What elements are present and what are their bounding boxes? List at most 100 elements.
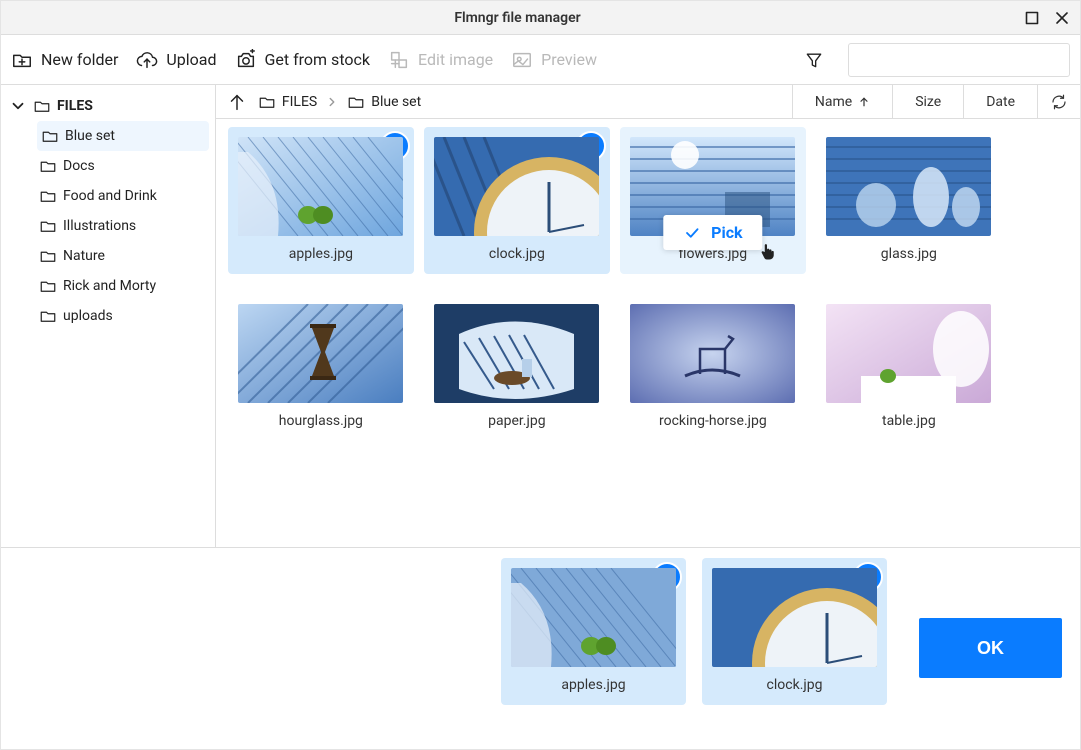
tray-tile-apples[interactable]: apples.jpg [501, 558, 686, 705]
folder-icon [33, 97, 51, 115]
upload-button[interactable]: Upload [136, 49, 216, 71]
file-thumbnail [712, 568, 877, 667]
sort-bar: Name Size Date [792, 85, 1080, 118]
file-grid: apples.jpg [216, 119, 1080, 547]
sort-label: Size [915, 94, 941, 110]
sort-label: Name [815, 94, 852, 110]
edit-image-button: Edit image [388, 49, 493, 71]
file-name: glass.jpg [826, 246, 992, 262]
file-tile-clock[interactable]: clock.jpg [424, 127, 610, 274]
pick-label: Pick [711, 223, 742, 242]
breadcrumb-label: Blue set [371, 94, 421, 110]
go-up-button[interactable] [226, 91, 248, 113]
file-name: paper.jpg [434, 413, 600, 429]
folder-icon [41, 127, 59, 145]
breadcrumb-label: FILES [282, 94, 317, 110]
file-thumbnail [238, 137, 403, 236]
breadcrumb: FILES Blue set [258, 93, 782, 111]
new-folder-icon [11, 49, 33, 71]
breadcrumb-item-files[interactable]: FILES [258, 93, 317, 111]
search-input[interactable] [848, 43, 1070, 77]
tree-item-blue-set[interactable]: Blue set [37, 121, 209, 151]
folder-icon [39, 277, 57, 295]
tree-item-uploads[interactable]: uploads [31, 301, 215, 331]
tree-item-label: Illustrations [63, 218, 136, 234]
file-thumbnail [434, 137, 599, 236]
folder-icon [39, 157, 57, 175]
ok-button[interactable]: OK [919, 618, 1062, 678]
file-tile-flowers[interactable]: flowers.jpg Pick [620, 127, 806, 274]
tree-root[interactable]: FILES [1, 91, 215, 121]
edit-image-icon [388, 49, 410, 71]
file-name: clock.jpg [712, 677, 877, 693]
camera-plus-icon [235, 49, 257, 71]
tree-item-docs[interactable]: Docs [31, 151, 215, 181]
tree-root-label: FILES [57, 98, 93, 114]
file-thumbnail [511, 568, 676, 667]
filter-icon[interactable] [804, 50, 824, 70]
tray-tile-clock[interactable]: clock.jpg [702, 558, 887, 705]
file-thumbnail [434, 304, 599, 403]
preview-label: Preview [541, 50, 597, 69]
arrow-up-icon [858, 96, 870, 108]
tree-item-rick-and-morty[interactable]: Rick and Morty [31, 271, 215, 301]
tree-item-label: Blue set [65, 128, 115, 144]
pick-button[interactable]: Pick [663, 215, 762, 250]
tree-item-label: uploads [63, 308, 113, 324]
sort-name-button[interactable]: Name [792, 85, 892, 118]
edit-image-label: Edit image [418, 50, 493, 69]
preview-icon [511, 49, 533, 71]
file-tile-glass[interactable]: glass.jpg [816, 127, 1002, 274]
file-name: table.jpg [826, 413, 992, 429]
tree-item-label: Rick and Morty [63, 278, 156, 294]
selection-tray: apples.jpg clock.jpg OK [1, 547, 1080, 749]
new-folder-label: New folder [41, 50, 118, 69]
folder-icon [347, 93, 365, 111]
get-from-stock-button[interactable]: Get from stock [235, 49, 370, 71]
folder-icon [39, 247, 57, 265]
folder-icon [258, 93, 276, 111]
sort-date-button[interactable]: Date [963, 85, 1037, 118]
file-thumbnail [826, 304, 991, 403]
folder-tree: FILES Blue set Docs Food and Drink Illus… [1, 85, 216, 547]
tree-item-label: Nature [63, 248, 105, 264]
upload-label: Upload [166, 50, 216, 69]
file-tile-rocking-horse[interactable]: rocking-horse.jpg [620, 294, 806, 441]
upload-icon [136, 49, 158, 71]
refresh-button[interactable] [1037, 85, 1080, 118]
window-close-icon[interactable] [1054, 10, 1070, 26]
file-thumbnail [826, 137, 991, 236]
tree-item-food-and-drink[interactable]: Food and Drink [31, 181, 215, 211]
tree-item-label: Docs [63, 158, 95, 174]
check-icon [683, 224, 701, 242]
file-name: apples.jpg [511, 677, 676, 693]
file-tile-apples[interactable]: apples.jpg [228, 127, 414, 274]
file-tile-table[interactable]: table.jpg [816, 294, 1002, 441]
preview-button: Preview [511, 49, 597, 71]
get-from-stock-label: Get from stock [265, 50, 370, 69]
file-thumbnail [630, 304, 795, 403]
window-titlebar: Flmngr file manager [1, 1, 1080, 35]
breadcrumb-item-blue-set[interactable]: Blue set [347, 93, 421, 111]
file-tile-hourglass[interactable]: hourglass.jpg [228, 294, 414, 441]
folder-icon [39, 217, 57, 235]
file-name: clock.jpg [434, 246, 600, 262]
chevron-right-icon [325, 95, 339, 109]
file-name: rocking-horse.jpg [630, 413, 796, 429]
chevron-down-icon [9, 97, 27, 115]
window-title: Flmngr file manager [11, 10, 1024, 26]
tree-item-illustrations[interactable]: Illustrations [31, 211, 215, 241]
file-name: apples.jpg [238, 246, 404, 262]
tree-item-nature[interactable]: Nature [31, 241, 215, 271]
refresh-icon [1050, 93, 1068, 111]
file-name: hourglass.jpg [238, 413, 404, 429]
breadcrumb-bar: FILES Blue set Name Size [216, 85, 1080, 119]
sort-size-button[interactable]: Size [892, 85, 963, 118]
file-tile-paper[interactable]: paper.jpg [424, 294, 610, 441]
sort-label: Date [986, 94, 1015, 110]
folder-icon [39, 187, 57, 205]
window-maximize-icon[interactable] [1024, 10, 1040, 26]
folder-icon [39, 307, 57, 325]
file-thumbnail [238, 304, 403, 403]
new-folder-button[interactable]: New folder [11, 49, 118, 71]
